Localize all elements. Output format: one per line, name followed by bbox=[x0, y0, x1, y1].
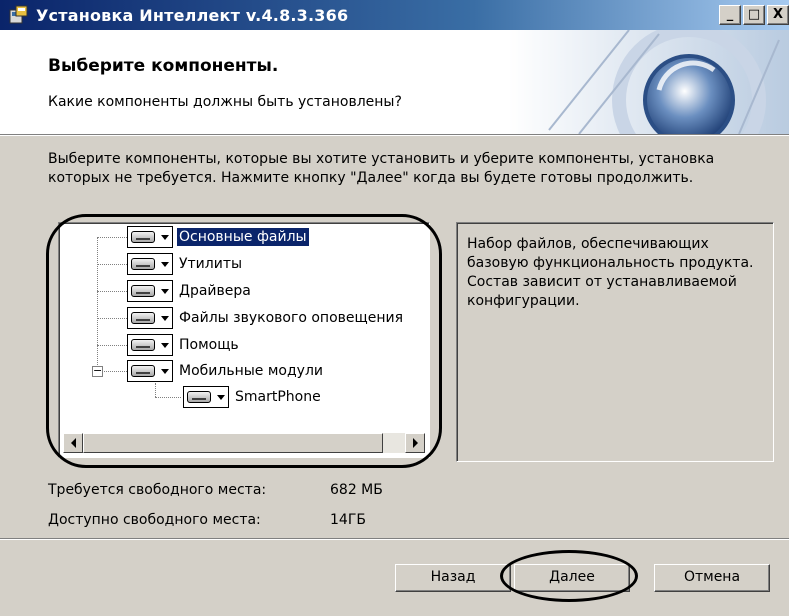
tree-item-drivers[interactable]: Драйвера bbox=[127, 279, 253, 303]
install-option-dropdown[interactable] bbox=[127, 280, 173, 302]
tree-item-mobile-modules[interactable]: Мобильные модули bbox=[127, 359, 325, 383]
arrow-left-icon bbox=[70, 438, 76, 448]
collapse-icon[interactable]: − bbox=[92, 365, 103, 377]
install-option-dropdown[interactable] bbox=[127, 334, 173, 356]
tree-line bbox=[155, 397, 181, 398]
available-space-value: 14ГБ bbox=[330, 512, 366, 528]
tree-item-label: Мобильные модули bbox=[179, 363, 323, 379]
next-button[interactable]: Далее bbox=[514, 564, 630, 592]
chevron-down-icon bbox=[217, 394, 225, 400]
scroll-left-button[interactable] bbox=[63, 433, 83, 453]
wizard-header: Выберите компоненты. Какие компоненты до… bbox=[0, 30, 789, 134]
install-option-dropdown[interactable] bbox=[127, 307, 173, 329]
tree-line bbox=[97, 264, 127, 265]
drive-icon bbox=[131, 258, 155, 270]
close-button[interactable]: X bbox=[767, 5, 789, 25]
tree-item-help[interactable]: Помощь bbox=[127, 333, 241, 357]
minimize-button[interactable]: _ bbox=[719, 5, 741, 25]
install-option-dropdown[interactable] bbox=[183, 386, 229, 408]
tree-line bbox=[97, 318, 127, 319]
scroll-thumb[interactable] bbox=[83, 433, 383, 453]
page-subtitle: Какие компоненты должны быть установлены… bbox=[48, 94, 402, 110]
window-controls: _ □ X bbox=[719, 5, 789, 25]
back-button[interactable]: Назад bbox=[395, 564, 511, 592]
tree-line bbox=[97, 345, 127, 346]
tree-item-smartphone[interactable]: SmartPhone bbox=[183, 385, 323, 409]
chevron-down-icon bbox=[161, 342, 169, 348]
tree-item-label: Утилиты bbox=[179, 256, 243, 272]
page-title: Выберите компоненты. bbox=[48, 56, 279, 76]
chevron-down-icon bbox=[161, 234, 169, 240]
drive-icon bbox=[187, 391, 211, 403]
required-space-label: Требуется свободного места: bbox=[48, 482, 267, 498]
components-tree[interactable]: − Основные файлы Утилиты Драйвера Файлы … bbox=[58, 222, 430, 458]
arrow-right-icon bbox=[412, 438, 418, 448]
tree-item-sound-files[interactable]: Файлы звукового оповещения bbox=[127, 306, 405, 330]
tree-line bbox=[97, 237, 98, 371]
title-bar[interactable]: Установка Интеллект v.4.8.3.366 _ □ X bbox=[0, 0, 789, 30]
footer-separator bbox=[0, 538, 789, 540]
drive-icon bbox=[131, 231, 155, 243]
tree-item-main-files[interactable]: Основные файлы bbox=[127, 225, 309, 249]
instructions-text: Выберите компоненты, которые вы хотите у… bbox=[48, 151, 715, 186]
maximize-button[interactable]: □ bbox=[743, 5, 765, 25]
installer-window: Установка Интеллект v.4.8.3.366 _ □ X Вы… bbox=[0, 0, 789, 616]
tree-item-label: Файлы звукового оповещения bbox=[179, 310, 403, 326]
horizontal-scrollbar[interactable] bbox=[63, 433, 425, 453]
window-title: Установка Интеллект v.4.8.3.366 bbox=[36, 5, 349, 25]
drive-icon bbox=[131, 312, 155, 324]
tree-line bbox=[97, 291, 127, 292]
chevron-down-icon bbox=[161, 368, 169, 374]
tree-item-label: Основные файлы bbox=[177, 228, 309, 246]
install-option-dropdown[interactable] bbox=[127, 360, 173, 382]
tree-item-utilities[interactable]: Утилиты bbox=[127, 252, 244, 276]
header-logo-graphic bbox=[509, 30, 789, 134]
installer-icon bbox=[9, 5, 29, 25]
chevron-down-icon bbox=[161, 261, 169, 267]
drive-icon bbox=[131, 285, 155, 297]
available-space-label: Доступно свободного места: bbox=[48, 512, 261, 528]
tree-line bbox=[155, 383, 156, 397]
header-separator bbox=[0, 134, 789, 136]
tree-item-label: Помощь bbox=[179, 337, 239, 353]
chevron-down-icon bbox=[161, 315, 169, 321]
drive-icon bbox=[131, 365, 155, 377]
drive-icon bbox=[131, 339, 155, 351]
scroll-track[interactable] bbox=[383, 433, 405, 453]
chevron-down-icon bbox=[161, 288, 169, 294]
install-option-dropdown[interactable] bbox=[127, 226, 173, 248]
tree-item-label: Драйвера bbox=[179, 283, 251, 299]
scroll-right-button[interactable] bbox=[405, 433, 425, 453]
component-description: Набор файлов, обеспечивающих базовую фун… bbox=[456, 222, 774, 462]
required-space-value: 682 МБ bbox=[330, 482, 383, 498]
install-option-dropdown[interactable] bbox=[127, 253, 173, 275]
cancel-button[interactable]: Отмена bbox=[654, 564, 770, 592]
tree-line bbox=[97, 237, 127, 238]
tree-item-label: SmartPhone bbox=[235, 389, 321, 405]
